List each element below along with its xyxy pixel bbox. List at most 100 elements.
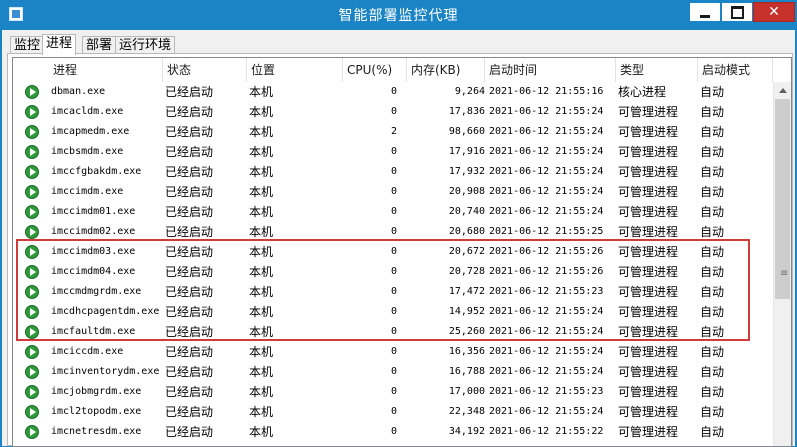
process-start-mode: 自动 (700, 365, 725, 379)
process-type: 可管理进程 (618, 405, 679, 419)
running-play-icon (25, 205, 39, 219)
process-name: imccfgbakdm.exe (51, 166, 142, 177)
process-name: imccimdm04.exe (51, 266, 136, 277)
col-header-status[interactable]: 状态 (163, 58, 247, 82)
table-row[interactable]: imccimdm02.exe 已经启动 本机 0 20,680 2021-06-12 21… (13, 222, 773, 242)
process-status: 已经启动 (165, 125, 214, 139)
process-location: 本机 (249, 265, 274, 279)
col-header-process[interactable]: 进程 (49, 58, 163, 82)
process-memory: 98,660 (448, 126, 485, 137)
table-row[interactable]: imccfgbakdm.exe 已经启动 本机 0 17,932 2021-06-12 2… (13, 162, 773, 182)
process-type: 可管理进程 (618, 125, 679, 139)
process-status: 已经启动 (165, 85, 214, 99)
table-row[interactable]: imcinventorydm.exe 已经启动 本机 0 16,788 2021-06-1… (13, 362, 773, 382)
process-memory: 17,916 (448, 146, 485, 157)
running-play-icon (25, 225, 39, 239)
process-cpu: 0 (390, 406, 397, 417)
process-tab-panel: 进程 状态 位置 CPU(%) 内存(KB) 启动时间 类型 启动模式 dbman.exe 已经… (7, 53, 793, 447)
minimize-button[interactable] (689, 2, 721, 22)
col-header-location[interactable]: 位置 (247, 58, 343, 82)
process-cpu: 0 (390, 346, 397, 357)
process-memory: 20,908 (448, 186, 485, 197)
process-memory: 20,680 (448, 226, 485, 237)
col-header-cpu[interactable]: CPU(%) (343, 58, 407, 82)
process-start-mode: 自动 (700, 385, 725, 399)
running-play-icon (25, 425, 39, 439)
table-row[interactable]: imcapmedm.exe 已经启动 本机 2 98,660 2021-06-12 21:… (13, 122, 773, 142)
process-memory: 20,740 (448, 206, 485, 217)
process-type: 可管理进程 (618, 265, 679, 279)
process-cpu: 0 (390, 146, 397, 157)
running-play-icon (25, 265, 39, 279)
table-row[interactable]: imcbsmdm.exe 已经启动 本机 0 17,916 2021-06-12 21:5… (13, 142, 773, 162)
close-button[interactable]: ✕ (753, 2, 795, 22)
table-row[interactable]: imccimdm01.exe 已经启动 本机 0 20,740 2021-06-12 21… (13, 202, 773, 222)
process-type: 可管理进程 (618, 205, 679, 219)
table-row[interactable]: imcjobmgrdm.exe 已经启动 本机 0 17,000 2021-06-12 2… (13, 382, 773, 402)
process-list[interactable]: 进程 状态 位置 CPU(%) 内存(KB) 启动时间 类型 启动模式 dbman.exe 已经… (12, 57, 792, 447)
process-name: imcacldm.exe (51, 106, 124, 117)
table-row[interactable]: imccmdmgrdm.exe 已经启动 本机 0 17,472 2021-06-12 2… (13, 282, 773, 302)
process-name: imcl2topodm.exe (51, 406, 142, 417)
process-location: 本机 (249, 425, 274, 439)
col-header-start-mode[interactable]: 启动模式 (698, 58, 773, 82)
process-location: 本机 (249, 165, 274, 179)
process-location: 本机 (249, 125, 274, 139)
process-location: 本机 (249, 225, 274, 239)
process-start-time: 2021-06-12 21:55:24 (489, 186, 604, 197)
process-start-time: 2021-06-12 21:55:26 (489, 266, 604, 277)
process-start-mode: 自动 (700, 185, 725, 199)
process-memory: 17,472 (448, 286, 485, 297)
process-type: 可管理进程 (618, 345, 679, 359)
process-start-mode: 自动 (700, 305, 725, 319)
process-type: 可管理进程 (618, 225, 679, 239)
tab-monitor[interactable]: 监控 (10, 36, 45, 54)
process-start-mode: 自动 (700, 345, 725, 359)
table-row[interactable]: imcacldm.exe 已经启动 本机 0 17,836 2021-06-12 21:5… (13, 102, 773, 122)
process-cpu: 0 (390, 286, 397, 297)
table-row[interactable]: imcnetresdm.exe 已经启动 本机 0 34,192 2021-06-12 2… (13, 422, 773, 442)
vertical-scrollbar[interactable]: ≡ (773, 82, 791, 446)
col-header-memory[interactable]: 内存(KB) (407, 58, 485, 82)
process-name: imccimdm03.exe (51, 246, 136, 257)
process-type: 可管理进程 (618, 365, 679, 379)
process-location: 本机 (249, 85, 274, 99)
table-row[interactable]: imcdhcpagentdm.exe 已经启动 本机 0 14,952 2021-06-1… (13, 302, 773, 322)
table-row[interactable]: imccimdm03.exe 已经启动 本机 0 20,672 2021-06-12 21… (13, 242, 773, 262)
tab-process[interactable]: 进程 (42, 34, 77, 55)
maximize-button[interactable] (721, 2, 753, 22)
maximize-icon (730, 5, 744, 19)
running-play-icon (25, 305, 39, 319)
scroll-up-arrow-icon[interactable] (774, 82, 791, 99)
process-name: imcfaultdm.exe (51, 326, 136, 337)
process-location: 本机 (249, 365, 274, 379)
process-start-time: 2021-06-12 21:55:24 (489, 126, 604, 137)
process-name: imccimdm.exe (51, 186, 124, 197)
process-location: 本机 (249, 285, 274, 299)
process-memory: 25,260 (448, 326, 485, 337)
process-cpu: 0 (390, 226, 397, 237)
process-type: 可管理进程 (618, 325, 679, 339)
process-memory: 14,952 (448, 306, 485, 317)
process-cpu: 0 (390, 86, 397, 97)
table-row[interactable]: dbman.exe 已经启动 本机 0 9,264 2021-06-12 21:55:16… (13, 82, 773, 102)
table-row[interactable]: imcfaultdm.exe 已经启动 本机 0 25,260 2021-06-12 21… (13, 322, 773, 342)
process-status: 已经启动 (165, 105, 214, 119)
tab-deploy[interactable]: 部署 (82, 36, 117, 54)
col-header-type[interactable]: 类型 (616, 58, 698, 82)
tab-runtime-env[interactable]: 运行环境 (115, 36, 176, 54)
process-status: 已经启动 (165, 345, 214, 359)
running-play-icon (25, 245, 39, 259)
table-row[interactable]: imccimdm04.exe 已经启动 本机 0 20,728 2021-06-12 21… (13, 262, 773, 282)
process-cpu: 0 (390, 326, 397, 337)
table-row[interactable]: imciccdm.exe 已经启动 本机 0 16,356 2021-06-12 21:5… (13, 342, 773, 362)
process-status: 已经启动 (165, 285, 214, 299)
process-start-mode: 自动 (700, 285, 725, 299)
scroll-grip-icon: ≡ (780, 268, 789, 279)
scroll-thumb[interactable]: ≡ (775, 99, 790, 299)
process-type: 可管理进程 (618, 165, 679, 179)
process-type: 可管理进程 (618, 185, 679, 199)
col-header-start-time[interactable]: 启动时间 (485, 58, 616, 82)
table-row[interactable]: imccimdm.exe 已经启动 本机 0 20,908 2021-06-12 21:5… (13, 182, 773, 202)
table-row[interactable]: imcl2topodm.exe 已经启动 本机 0 22,348 2021-06-12 2… (13, 402, 773, 422)
